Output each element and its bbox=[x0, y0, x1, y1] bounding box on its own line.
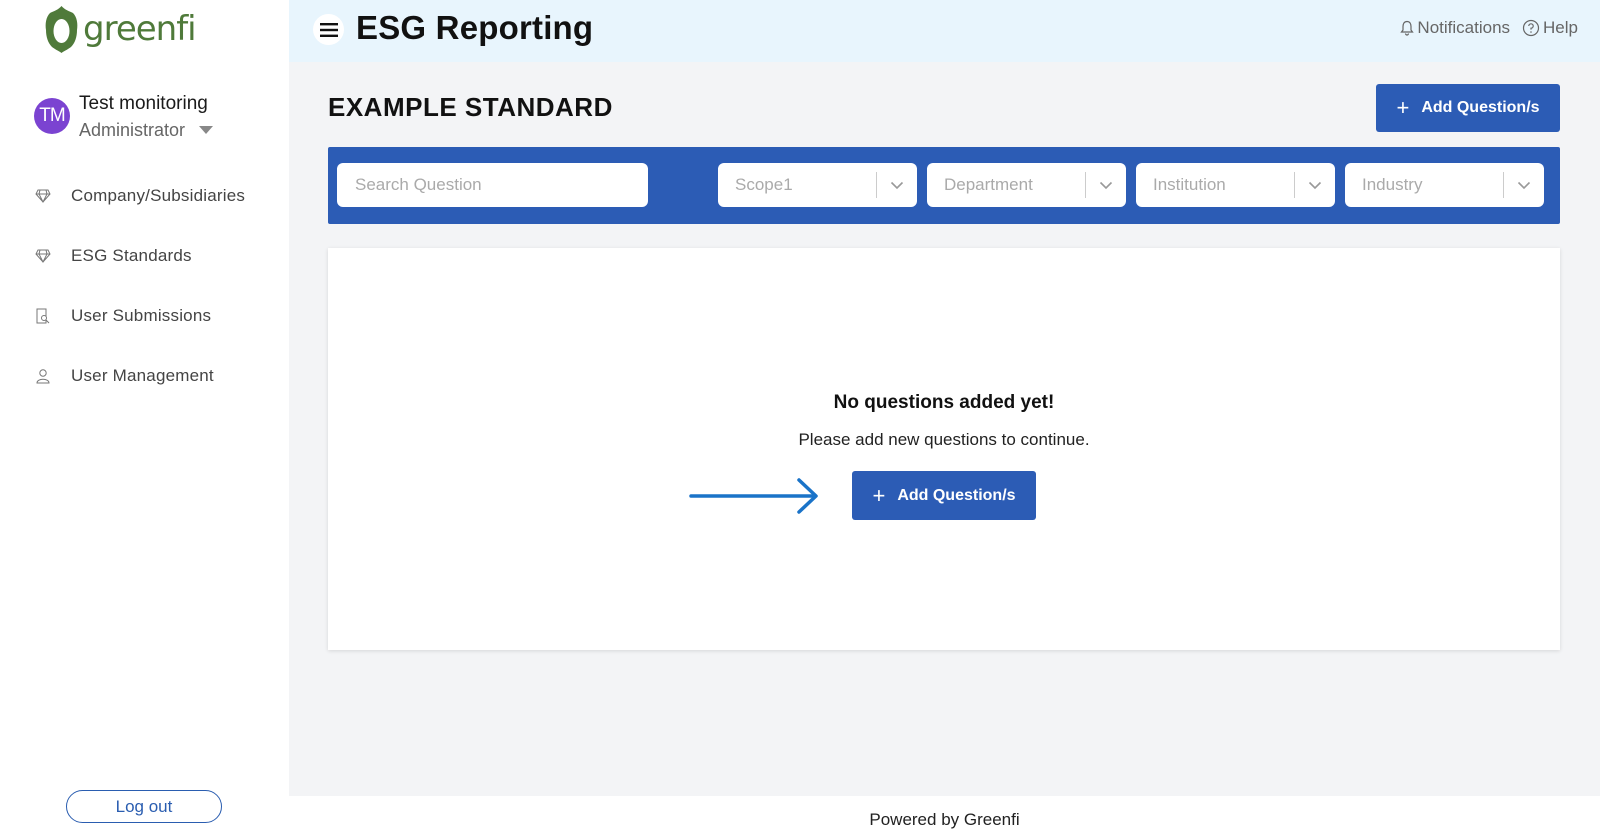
help-link[interactable]: Help bbox=[1522, 18, 1578, 38]
sidebar: greenfi TM Test monitoring Administrator… bbox=[0, 0, 289, 839]
empty-state-subtitle: Please add new questions to continue. bbox=[798, 430, 1090, 449]
top-bar: ESG Reporting Notifications Help bbox=[289, 0, 1600, 62]
brand-name: greenfi bbox=[83, 9, 197, 49]
sidebar-item-user-management[interactable]: User Management bbox=[34, 346, 245, 406]
notifications-label: Notifications bbox=[1417, 18, 1511, 37]
arrow-right-icon bbox=[689, 478, 818, 514]
industry-select[interactable]: Industry bbox=[1345, 163, 1544, 207]
menu-button[interactable] bbox=[313, 14, 344, 45]
user-profile[interactable]: TM Test monitoring Administrator bbox=[34, 92, 214, 142]
footer-text: Powered by Greenfi bbox=[869, 810, 1020, 829]
chevron-down-icon[interactable] bbox=[1504, 181, 1544, 190]
hamburger-icon bbox=[319, 22, 338, 37]
help-label: Help bbox=[1543, 18, 1578, 37]
add-question-label: Add Question/s bbox=[897, 486, 1016, 504]
sidebar-item-label: Company/Subsidiaries bbox=[71, 186, 246, 205]
select-placeholder: Institution bbox=[1153, 175, 1226, 194]
diamond-icon bbox=[34, 247, 52, 265]
chevron-down-icon[interactable] bbox=[877, 181, 917, 190]
sidebar-nav: Company/Subsidiaries ESG Standards User … bbox=[34, 166, 245, 406]
page-title: EXAMPLE STANDARD bbox=[328, 92, 613, 122]
select-placeholder: Industry bbox=[1362, 175, 1423, 194]
department-select[interactable]: Department bbox=[927, 163, 1126, 207]
empty-state-card: No questions added yet! Please add new q… bbox=[328, 248, 1560, 650]
footer: Powered by Greenfi bbox=[289, 796, 1600, 839]
sidebar-item-label: ESG Standards bbox=[71, 246, 192, 265]
profile-name: Test monitoring bbox=[79, 93, 208, 114]
diamond-icon bbox=[34, 187, 52, 205]
bell-icon bbox=[1400, 20, 1415, 36]
profile-role: Administrator bbox=[79, 120, 186, 140]
sidebar-item-esg-standards[interactable]: ESG Standards bbox=[34, 226, 245, 286]
chevron-down-icon[interactable] bbox=[1295, 181, 1335, 190]
select-placeholder: Department bbox=[944, 175, 1033, 194]
app-title: ESG Reporting bbox=[356, 9, 594, 46]
greenfi-leaf-logo-icon bbox=[45, 6, 78, 53]
search-question-input[interactable] bbox=[337, 163, 648, 207]
plus-icon: + bbox=[1396, 95, 1410, 120]
main-content: EXAMPLE STANDARD + Add Question/s Scope1… bbox=[289, 62, 1600, 796]
sidebar-item-user-submissions[interactable]: User Submissions bbox=[34, 286, 245, 346]
sidebar-item-label: User Submissions bbox=[71, 306, 212, 325]
sidebar-item-label: User Management bbox=[71, 366, 214, 385]
add-question-label: Add Question/s bbox=[1421, 99, 1540, 116]
institution-select[interactable]: Institution bbox=[1136, 163, 1335, 207]
logout-button[interactable]: Log out bbox=[66, 790, 222, 823]
notifications-link[interactable]: Notifications bbox=[1400, 18, 1510, 38]
brand-logo[interactable]: greenfi bbox=[44, 4, 197, 54]
scope-select[interactable]: Scope1 bbox=[718, 163, 917, 207]
sidebar-item-company-subsidiaries[interactable]: Company/Subsidiaries bbox=[34, 166, 245, 226]
chevron-down-icon[interactable] bbox=[1086, 181, 1126, 190]
plus-icon: + bbox=[872, 482, 886, 508]
user-icon bbox=[34, 367, 52, 385]
help-icon bbox=[1522, 19, 1540, 37]
empty-state-title: No questions added yet! bbox=[833, 392, 1055, 413]
avatar: TM bbox=[34, 98, 70, 134]
filter-bar: Scope1 Department Institution Industry bbox=[328, 147, 1560, 224]
add-question-button[interactable]: + Add Question/s bbox=[1376, 84, 1560, 132]
add-question-empty-button[interactable]: + Add Question/s bbox=[852, 471, 1036, 520]
select-placeholder: Scope1 bbox=[735, 175, 793, 194]
caret-down-icon[interactable] bbox=[199, 126, 214, 134]
document-search-icon bbox=[34, 307, 52, 325]
